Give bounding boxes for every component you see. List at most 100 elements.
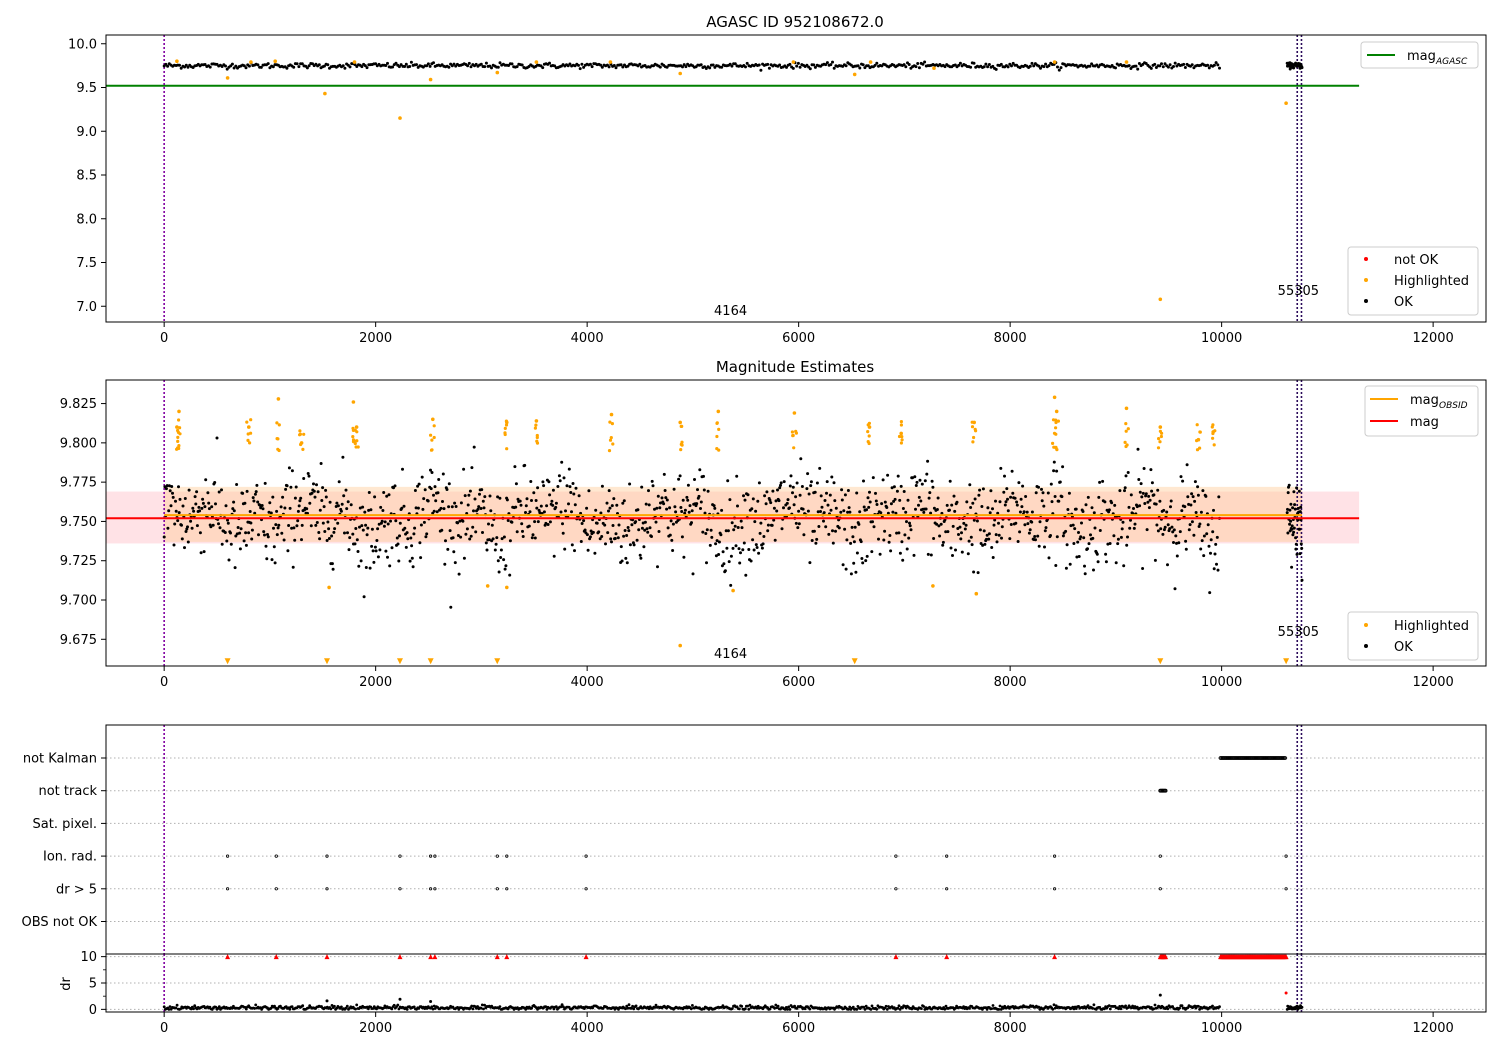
- ok-point: [335, 501, 339, 505]
- ok-point: [655, 506, 659, 510]
- ok-point: [256, 500, 260, 504]
- ok-point: [412, 532, 416, 536]
- y-tick-label: 9.725: [60, 554, 97, 569]
- ok-point: [660, 496, 664, 500]
- flag-point: [1158, 854, 1162, 858]
- ok-point: [868, 490, 871, 494]
- ok-point: [1137, 478, 1141, 481]
- magnitude-estimates-panel: Magnitude Estimates 0 2000 4000 6000 8000 100…: [60, 358, 1487, 690]
- ok-point: [746, 493, 750, 497]
- ok-point: [433, 485, 437, 489]
- ok-point: [349, 503, 353, 507]
- ok-point: [853, 525, 857, 529]
- ok-point: [775, 509, 779, 513]
- ok-point: [328, 500, 332, 504]
- ok-point: [600, 484, 604, 488]
- clipped-point-marker: [428, 954, 434, 960]
- highlighted-point: [351, 400, 356, 404]
- ok-point: [624, 556, 628, 560]
- ok-point: [605, 501, 609, 505]
- ok-point: [1055, 535, 1059, 539]
- dr-ok-point: [634, 1004, 638, 1008]
- ok-point: [564, 509, 567, 513]
- ok-point: [1173, 587, 1177, 591]
- ok-point: [1086, 495, 1090, 499]
- ok-point: [370, 544, 374, 548]
- x-tick-label: 8000: [994, 1021, 1027, 1036]
- ok-point: [272, 526, 275, 530]
- ok-point: [368, 566, 372, 570]
- ok-point: [183, 546, 186, 550]
- ok-point: [573, 503, 577, 507]
- ok-point: [432, 493, 435, 497]
- ok-point: [447, 505, 451, 509]
- ok-point: [971, 501, 975, 505]
- ok-point: [1216, 568, 1220, 572]
- ok-point: [508, 573, 512, 577]
- flag-category-label: dr > 5: [56, 882, 97, 897]
- clipped-point-marker: [225, 954, 231, 960]
- ok-point: [1098, 529, 1102, 532]
- flag-point: [495, 854, 499, 858]
- ok-point: [732, 528, 736, 532]
- ok-point: [1295, 486, 1299, 490]
- dr-ok-point: [1153, 1003, 1157, 1007]
- ok-point: [1150, 489, 1154, 493]
- ok-point: [331, 567, 335, 571]
- ok-point: [1215, 535, 1219, 539]
- ok-point: [1018, 510, 1022, 514]
- ok-point: [441, 500, 444, 503]
- ok-point: [946, 530, 950, 534]
- ok-point: [193, 495, 197, 499]
- ok-point: [1162, 508, 1166, 512]
- ok-point: [797, 522, 801, 526]
- ok-point: [899, 484, 903, 488]
- ok-point: [968, 483, 972, 487]
- ok-point: [1193, 480, 1197, 484]
- highlighted-point: [354, 425, 359, 429]
- ok-point: [339, 509, 343, 513]
- ok-point: [883, 529, 887, 533]
- ok-point: [567, 467, 571, 471]
- y-tick-label: 9.800: [60, 436, 97, 451]
- ok-point: [588, 535, 592, 539]
- highlighted-point: [495, 70, 500, 75]
- ok-point: [254, 490, 258, 494]
- panel2-plot-area: [106, 380, 1360, 666]
- ok-point: [449, 605, 453, 609]
- ok-point: [585, 533, 589, 537]
- ok-point: [476, 507, 480, 511]
- ok-point: [491, 537, 495, 541]
- ok-point: [430, 471, 434, 474]
- highlighted-point: [609, 412, 614, 417]
- ok-point: [210, 505, 214, 509]
- ok-point: [1114, 66, 1117, 70]
- highlighted-point: [176, 435, 180, 439]
- ok-point: [919, 499, 923, 503]
- ok-point: [217, 490, 221, 494]
- ok-point: [395, 536, 399, 540]
- ok-point: [1184, 539, 1188, 543]
- ok-point: [1148, 498, 1152, 502]
- ok-point: [313, 495, 317, 499]
- ok-point: [741, 548, 745, 552]
- ok-point: [841, 563, 845, 567]
- ok-point: [749, 559, 753, 563]
- ok-point: [541, 66, 545, 70]
- ok-point: [490, 523, 494, 527]
- dr-ok-point: [1178, 1006, 1181, 1010]
- ok-point: [364, 566, 368, 569]
- highlighted-point: [247, 425, 251, 429]
- ok-point: [951, 524, 955, 528]
- ok-point: [1299, 542, 1303, 546]
- ok-point: [183, 497, 187, 500]
- flag-point: [398, 887, 402, 891]
- ok-point: [181, 504, 185, 508]
- ok-point: [1209, 538, 1213, 542]
- ok-point: [1158, 499, 1162, 503]
- clipped-point-marker: [224, 658, 231, 665]
- ok-point: [437, 478, 441, 481]
- y-tick-label: 0: [89, 1003, 97, 1018]
- ok-point: [801, 507, 805, 511]
- ok-point: [992, 523, 996, 527]
